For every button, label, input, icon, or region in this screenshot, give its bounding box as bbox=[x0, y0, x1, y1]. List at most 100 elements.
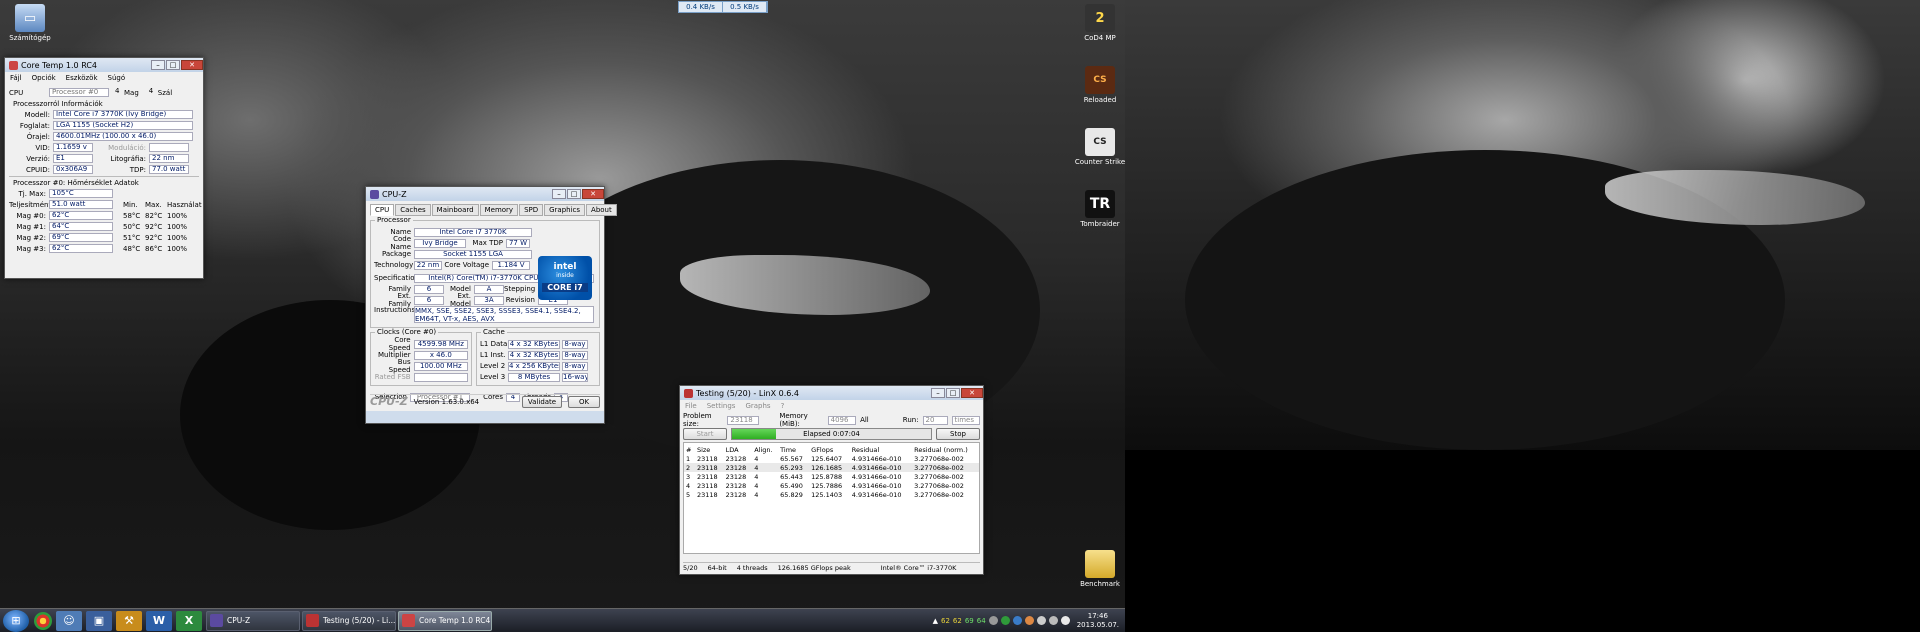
processor-select[interactable]: Processor #0 bbox=[49, 88, 109, 97]
menu-graphs[interactable]: Graphs bbox=[745, 402, 770, 410]
word-icon[interactable]: W bbox=[146, 610, 172, 631]
desktop-icon-computer[interactable]: ▭ Számítógép bbox=[0, 4, 60, 42]
network-tray-icon[interactable] bbox=[988, 616, 998, 625]
messenger-icon[interactable]: ☺ bbox=[56, 610, 82, 631]
clock[interactable]: 17:46 2013.05.07. bbox=[1077, 612, 1119, 630]
core-temp-row: Mag #1: 64°C 50°C 92°C 100% bbox=[9, 221, 199, 232]
tab-about[interactable]: About bbox=[586, 204, 617, 216]
maximize-button[interactable]: □ bbox=[166, 60, 180, 70]
save-icon[interactable]: ▣ bbox=[86, 610, 112, 631]
tray-temp-core1[interactable]: 62 bbox=[953, 617, 962, 625]
cache-label: L1 Inst. bbox=[480, 351, 506, 359]
cache-group: Cache L1 Data 4 x 32 KBytes 8-way L1 Inst.… bbox=[476, 328, 600, 386]
menu-options[interactable]: Opciók bbox=[32, 74, 56, 82]
run-unit-select[interactable]: times bbox=[951, 415, 980, 425]
security-tray-icon[interactable] bbox=[1000, 616, 1010, 625]
taskbar: ⊞ ☺ ▣ ⚒ W X CPU-Z Testing (5/20) - Li...… bbox=[0, 608, 1125, 632]
task-coretemp[interactable]: Core Temp 1.0 RC4 bbox=[398, 610, 492, 631]
desktop-icon-benchmark[interactable]: Benchmark bbox=[1070, 550, 1130, 588]
coretemp-window[interactable]: Core Temp 1.0 RC4 – □ ✕ Fájl Opciók Eszk… bbox=[4, 57, 204, 279]
threads-count: 4 bbox=[148, 88, 154, 95]
minimize-button[interactable]: – bbox=[151, 60, 165, 70]
maximize-button[interactable]: □ bbox=[946, 388, 960, 398]
problem-size-input[interactable]: 23118 bbox=[727, 415, 760, 425]
close-button[interactable]: ✕ bbox=[961, 388, 983, 398]
menu-file[interactable]: File bbox=[685, 402, 697, 410]
menu-tools[interactable]: Eszközök bbox=[66, 74, 98, 82]
cpuz-titlebar[interactable]: CPU-Z – □ ✕ bbox=[366, 187, 604, 201]
start-button[interactable]: Start bbox=[683, 428, 727, 440]
coretemp-titlebar[interactable]: Core Temp 1.0 RC4 – □ ✕ bbox=[5, 58, 203, 72]
app-tray-icon[interactable] bbox=[1024, 616, 1034, 625]
tool-icon[interactable]: ⚒ bbox=[116, 610, 142, 631]
ok-button[interactable]: OK bbox=[568, 395, 600, 408]
all-label[interactable]: All bbox=[860, 416, 869, 424]
chrome-icon[interactable] bbox=[34, 611, 52, 630]
specification-label: Specification bbox=[374, 274, 419, 282]
excel-icon[interactable]: X bbox=[176, 610, 202, 631]
minimize-button[interactable]: – bbox=[552, 189, 566, 199]
modulation-label: Moduláció: bbox=[108, 143, 146, 152]
linx-titlebar[interactable]: Testing (5/20) - LinX 0.6.4 – □ ✕ bbox=[680, 386, 983, 400]
column-header: LDA bbox=[725, 445, 739, 454]
tray-temp-core3[interactable]: 64 bbox=[977, 617, 986, 625]
tab-spd[interactable]: SPD bbox=[519, 204, 544, 216]
tab-caches[interactable]: Caches bbox=[395, 204, 431, 216]
tab-memory[interactable]: Memory bbox=[479, 204, 519, 216]
memory-input[interactable]: 4096 bbox=[827, 415, 857, 425]
table-cell: 23128 bbox=[725, 481, 747, 490]
table-row[interactable]: 3 23118 23128 4 65.443 125.8788 4.931466e-010 3… bbox=[684, 472, 979, 481]
stop-button[interactable]: Stop bbox=[936, 428, 980, 440]
close-button[interactable]: ✕ bbox=[181, 60, 203, 70]
table-cell: 4.931466e-010 bbox=[851, 472, 902, 481]
status-threads: 4 threads bbox=[736, 564, 768, 572]
cpuz-task-icon bbox=[210, 614, 223, 627]
cod4-icon: 2 bbox=[1085, 4, 1115, 32]
close-button[interactable]: ✕ bbox=[582, 189, 604, 199]
table-cell: 3.277068e-002 bbox=[914, 454, 964, 463]
desktop-icon-reloaded[interactable]: CS Reloaded bbox=[1070, 66, 1130, 104]
task-cpuz[interactable]: CPU-Z bbox=[206, 610, 300, 631]
tab-mainboard[interactable]: Mainboard bbox=[431, 204, 479, 216]
tray-temp-core0[interactable]: 62 bbox=[941, 617, 950, 625]
start-button[interactable]: ⊞ bbox=[3, 609, 29, 632]
maximize-button[interactable]: □ bbox=[567, 189, 581, 199]
run-count-input[interactable]: 20 bbox=[922, 415, 948, 425]
minimize-button[interactable]: – bbox=[931, 388, 945, 398]
bluetooth-tray-icon[interactable] bbox=[1012, 616, 1022, 625]
intel-inside: inside bbox=[556, 272, 574, 279]
speaker-icon[interactable] bbox=[1048, 616, 1058, 625]
tray-expand-icon[interactable]: ▲ bbox=[933, 617, 938, 625]
menu-file[interactable]: Fájl bbox=[10, 74, 22, 82]
tab-graphics[interactable]: Graphics bbox=[544, 204, 586, 216]
desktop-icon-counter-strike[interactable]: CS Counter Strike bbox=[1070, 128, 1130, 166]
desktop-icon-cod4[interactable]: 2 CoD4 MP bbox=[1070, 4, 1130, 42]
menu-help[interactable]: Súgó bbox=[108, 74, 126, 82]
menu-settings[interactable]: Settings bbox=[707, 402, 736, 410]
problem-size-label: Problem size: bbox=[683, 412, 712, 428]
cpuid-label: CPUID: bbox=[25, 165, 50, 174]
table-row[interactable]: 1 23118 23128 4 65.567 125.6407 4.931466e-010 3… bbox=[684, 454, 979, 463]
core-max: 82°C bbox=[145, 211, 163, 220]
table-row[interactable]: 2 23118 23128 4 65.293 126.1685 4.931466e-010 3… bbox=[684, 463, 979, 472]
tray-temp-core2[interactable]: 69 bbox=[965, 617, 974, 625]
flag-icon[interactable] bbox=[1060, 616, 1070, 625]
cpuz-window[interactable]: CPU-Z – □ ✕ CPU Caches Mainboard Memory … bbox=[365, 186, 617, 424]
validate-button[interactable]: Validate bbox=[522, 395, 562, 408]
memory-label: Memory (MiB): bbox=[779, 412, 808, 428]
table-row[interactable]: 4 23118 23128 4 65.490 125.7886 4.931466e-010 3… bbox=[684, 481, 979, 490]
table-cell: 3 bbox=[686, 472, 691, 481]
table-cell: 65.443 bbox=[780, 472, 803, 481]
desktop-icon-tombraider[interactable]: TR Tombraider bbox=[1070, 190, 1130, 228]
table-row[interactable]: 5 23118 23128 4 65.829 125.1403 4.931466e-010 3… bbox=[684, 490, 979, 499]
monitor-tray-icon[interactable] bbox=[1036, 616, 1046, 625]
menu-help[interactable]: ? bbox=[781, 402, 785, 410]
network-meter[interactable]: 0.4 KB/s 0.5 KB/s bbox=[678, 1, 768, 13]
table-cell: 23118 bbox=[694, 463, 724, 472]
tjmax-label: Tj. Max: bbox=[18, 189, 46, 198]
desktop-background-right bbox=[1125, 0, 1920, 450]
linx-window[interactable]: Testing (5/20) - LinX 0.6.4 – □ ✕ File S… bbox=[679, 385, 984, 575]
tab-cpu[interactable]: CPU bbox=[370, 204, 395, 216]
progress-bar: Elapsed 0:07:04 bbox=[731, 428, 932, 440]
task-linx[interactable]: Testing (5/20) - Li... bbox=[302, 610, 396, 631]
